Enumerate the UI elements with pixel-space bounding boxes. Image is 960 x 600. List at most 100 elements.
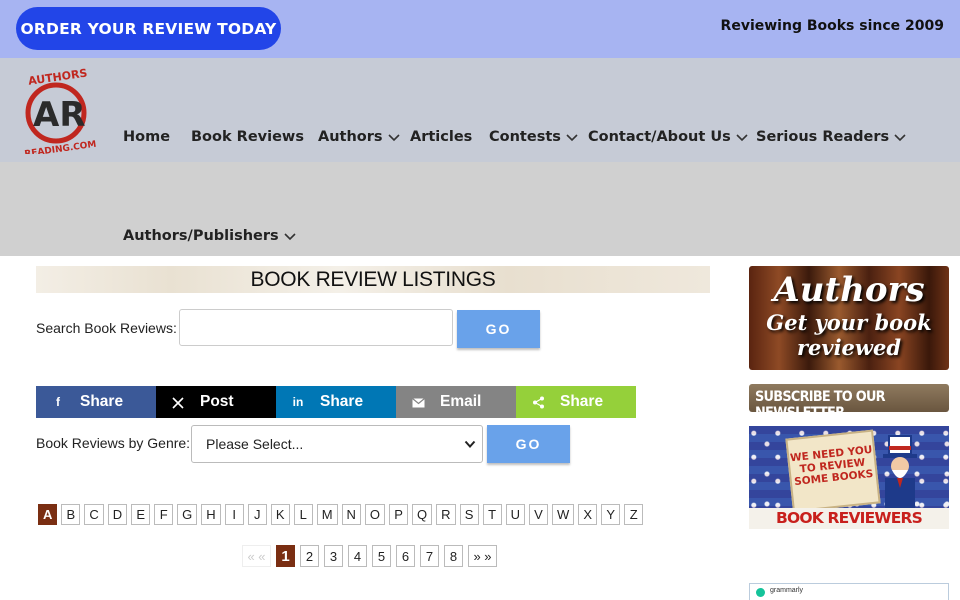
- x-icon: [156, 395, 200, 409]
- linkedin-share-label: Share: [320, 393, 364, 410]
- nav-serious-readers-label: Serious Readers: [756, 129, 890, 145]
- alphabet-letter-x[interactable]: X: [578, 504, 598, 525]
- newsletter-ad[interactable]: SUBSCRIBE TO OUR NEWSLETTER: [749, 384, 949, 412]
- alphabet-letter-d[interactable]: D: [107, 504, 128, 525]
- chevron-down-icon: [736, 134, 748, 142]
- alphabet-letter-k[interactable]: K: [270, 504, 290, 525]
- pagination-page[interactable]: 1: [276, 545, 295, 567]
- nav-serious-readers[interactable]: Serious Readers: [756, 129, 907, 145]
- grammarly-ad-text: grammarly: [770, 587, 804, 594]
- nav-book-reviews[interactable]: Book Reviews: [191, 129, 304, 145]
- facebook-share-button[interactable]: f Share: [36, 386, 156, 418]
- alphabet-letter-t[interactable]: T: [482, 504, 502, 525]
- pagination-page[interactable]: 4: [348, 545, 367, 567]
- alphabet-letter-l[interactable]: L: [293, 504, 313, 525]
- alphabet-letter-p[interactable]: P: [389, 504, 409, 525]
- facebook-share-label: Share: [80, 393, 124, 410]
- nav-articles[interactable]: Articles: [410, 129, 472, 145]
- genre-label: Book Reviews by Genre:: [36, 435, 191, 451]
- alphabet-letter-q[interactable]: Q: [412, 504, 433, 525]
- nav-articles-label: Articles: [410, 129, 473, 145]
- we-need-you-sign: WE NEED YOU TO REVIEW SOME BOOKS: [785, 429, 881, 513]
- chevron-down-icon: [284, 233, 296, 241]
- share-bar: f Share Post in Share Email Share: [36, 386, 636, 418]
- chevron-down-icon: [387, 134, 400, 142]
- top-bar: ORDER YOUR REVIEW TODAY Reviewing Books …: [0, 0, 960, 58]
- x-post-label: Post: [200, 393, 234, 410]
- site-logo[interactable]: AUTHORS AR READING.COM: [18, 67, 97, 160]
- authors-review-ad[interactable]: Authors Get your book reviewed: [749, 266, 949, 370]
- order-review-button[interactable]: ORDER YOUR REVIEW TODAY: [16, 7, 281, 50]
- pagination-page[interactable]: 8: [444, 545, 463, 567]
- nav-home[interactable]: Home: [123, 129, 170, 145]
- nav-authors-publishers[interactable]: Authors/Publishers: [123, 228, 297, 244]
- chevron-down-icon: [894, 134, 906, 142]
- alphabet-letter-b[interactable]: B: [61, 504, 81, 525]
- email-icon: [396, 395, 440, 409]
- nav-contests[interactable]: Contests: [489, 129, 579, 145]
- alphabet-letter-a[interactable]: A: [38, 504, 58, 525]
- authors-reading-logo-icon: AUTHORS AR READING.COM: [24, 67, 97, 160]
- pagination-page[interactable]: 3: [324, 545, 343, 567]
- sharethis-button[interactable]: Share: [516, 386, 636, 418]
- alphabet-letter-z[interactable]: Z: [624, 504, 644, 525]
- pagination-page[interactable]: 7: [420, 545, 439, 567]
- nav-authors[interactable]: Authors: [318, 129, 401, 145]
- grammarly-icon: [756, 588, 765, 597]
- logo-letters: AR: [33, 95, 86, 135]
- facebook-icon: f: [56, 395, 60, 409]
- wanted-sign-text: WE NEED YOU TO REVIEW SOME BOOKS: [789, 443, 874, 489]
- alphabet-letter-u[interactable]: U: [505, 504, 525, 525]
- alphabet-filter: ABCDEFGHIJKLMNOPQRSTUVWXYZ: [38, 504, 644, 525]
- alphabet-letter-r[interactable]: R: [436, 504, 456, 525]
- alphabet-letter-i[interactable]: I: [224, 504, 244, 525]
- search-label: Search Book Reviews:: [36, 320, 177, 336]
- linkedin-icon: in: [292, 395, 304, 409]
- alphabet-letter-w[interactable]: W: [551, 504, 575, 525]
- genre-select-value: Please Select...: [206, 436, 304, 452]
- nav-authors-label: Authors: [318, 129, 383, 145]
- nav-upper-band: [0, 58, 960, 162]
- pagination-page[interactable]: 6: [396, 545, 415, 567]
- alphabet-letter-v[interactable]: V: [528, 504, 548, 525]
- alphabet-letter-c[interactable]: C: [84, 504, 104, 525]
- reviewers-wanted-ad[interactable]: WE NEED YOU TO REVIEW SOME BOOKS BOOK RE…: [749, 426, 949, 529]
- alphabet-letter-y[interactable]: Y: [601, 504, 621, 525]
- alphabet-letter-e[interactable]: E: [131, 504, 151, 525]
- genre-select[interactable]: Please Select...: [191, 425, 483, 463]
- alphabet-letter-s[interactable]: S: [459, 504, 479, 525]
- genre-go-button[interactable]: GO: [487, 425, 570, 463]
- main-navigation: AUTHORS AR READING.COM Home Book Reviews…: [0, 58, 960, 256]
- chevron-down-icon: [464, 440, 476, 448]
- tagline: Reviewing Books since 2009: [720, 18, 944, 34]
- alphabet-letter-h[interactable]: H: [201, 504, 221, 525]
- email-share-button[interactable]: Email: [396, 386, 516, 418]
- search-go-button[interactable]: GO: [457, 310, 540, 348]
- listings-heading-banner: BOOK REVIEW LISTINGS: [36, 266, 710, 293]
- nav-home-label: Home: [123, 129, 171, 145]
- authors-ad-title: Authors: [773, 270, 925, 310]
- nav-contact-about[interactable]: Contact/About Us: [588, 129, 749, 145]
- alphabet-letter-j[interactable]: J: [247, 504, 267, 525]
- nav-authors-publishers-label: Authors/Publishers: [123, 228, 279, 244]
- pagination-page[interactable]: 2: [300, 545, 319, 567]
- alphabet-letter-f[interactable]: F: [154, 504, 174, 525]
- reviewers-wanted-banner: BOOK REVIEWERS WANTED: [749, 508, 949, 529]
- alphabet-letter-m[interactable]: M: [316, 504, 338, 525]
- chevron-down-icon: [566, 134, 578, 142]
- pagination-page[interactable]: 5: [372, 545, 391, 567]
- grammarly-ad[interactable]: grammarly: [749, 583, 949, 600]
- alphabet-letter-o[interactable]: O: [364, 504, 386, 525]
- search-input[interactable]: [179, 309, 453, 346]
- nav-book-reviews-label: Book Reviews: [191, 129, 304, 145]
- pagination-prev[interactable]: « «: [242, 545, 271, 567]
- nav-contact-about-label: Contact/About Us: [588, 129, 731, 145]
- page-title: BOOK REVIEW LISTINGS: [250, 268, 496, 291]
- authors-ad-line2: Get your book: [766, 310, 932, 335]
- pagination-next[interactable]: » »: [468, 545, 497, 567]
- linkedin-share-button[interactable]: in Share: [276, 386, 396, 418]
- x-post-button[interactable]: Post: [156, 386, 276, 418]
- alphabet-letter-n[interactable]: N: [341, 504, 361, 525]
- alphabet-letter-g[interactable]: G: [177, 504, 198, 525]
- newsletter-ad-text: SUBSCRIBE TO OUR NEWSLETTER: [755, 389, 886, 412]
